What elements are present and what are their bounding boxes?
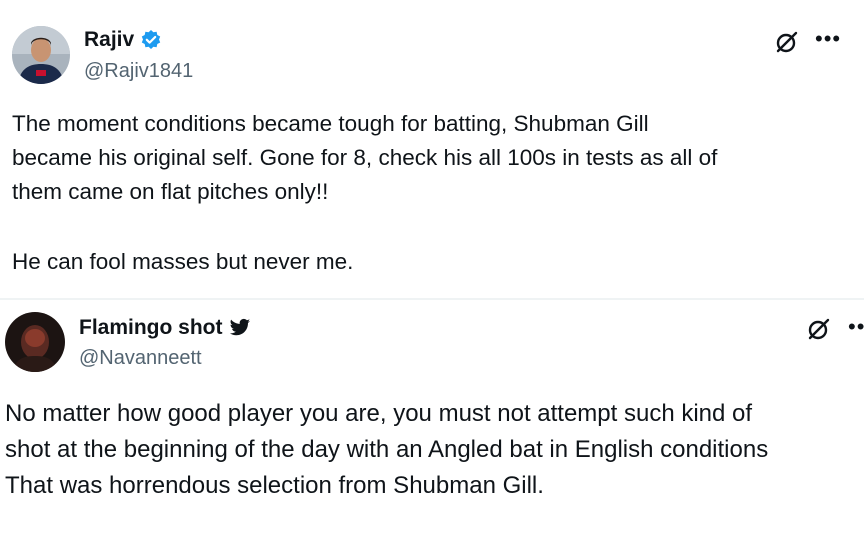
display-name-row: Flamingo shot <box>79 316 251 340</box>
tweet-text-line: shot at the beginning of the day with an… <box>5 436 769 463</box>
tweet-text-line: No matter how good player you are, you m… <box>5 400 753 427</box>
user-handle[interactable]: @Navanneett <box>79 347 202 370</box>
avatar[interactable] <box>5 312 65 372</box>
display-name[interactable]: Flamingo shot <box>79 316 223 340</box>
profile-photo-icon <box>5 312 65 372</box>
more-options-icon[interactable]: ••• <box>848 316 864 338</box>
twitter-bird-icon <box>229 318 251 338</box>
tweet-card[interactable]: Flamingo shot @Navanneett ••• No matter … <box>0 0 864 540</box>
grok-icon[interactable] <box>806 316 832 342</box>
tweet-text-line: That was horrendous selection from Shubm… <box>5 472 544 499</box>
